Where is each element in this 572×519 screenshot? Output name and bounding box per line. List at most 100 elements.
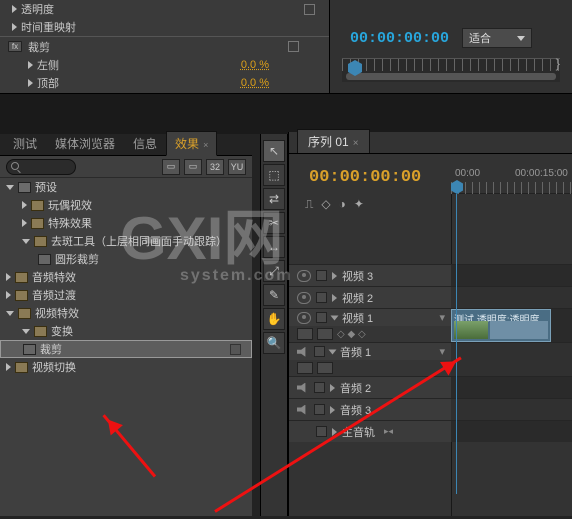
zoom-tool[interactable]: 🔍: [263, 332, 285, 354]
param-top-value[interactable]: 0.0 %: [241, 77, 269, 89]
timeremap-label: 时间重映射: [21, 19, 76, 35]
video-clip[interactable]: 测试 透明度:透明度: [451, 309, 551, 342]
tree-item-video-fx[interactable]: 视频特效: [0, 304, 252, 322]
track-menu-icon[interactable]: ▾: [439, 345, 445, 358]
program-ruler[interactable]: [342, 58, 560, 82]
fx-yuv-button[interactable]: YU: [228, 159, 246, 175]
lock-icon[interactable]: [316, 426, 327, 437]
tree-item-transform[interactable]: 变换: [0, 322, 252, 340]
track-select-tool[interactable]: ⬚: [263, 164, 285, 186]
keyframe-toggle[interactable]: [304, 4, 315, 15]
collapse-icon[interactable]: [331, 315, 339, 320]
tree-label: 去斑工具（上层相同画面手动跟踪）: [51, 233, 227, 249]
tool-icon: ↔: [268, 240, 280, 254]
track-v1[interactable]: 视频 1▾ ◇ ◆ ◇ 测试 透明度:透明度: [289, 308, 572, 342]
zoom-fit-dropdown[interactable]: 适合: [462, 28, 532, 48]
track-menu-icon[interactable]: ▾: [439, 311, 445, 324]
effects-search-input[interactable]: [6, 159, 76, 175]
tree-item-video-trans[interactable]: 视频切换: [0, 358, 252, 376]
expand-icon[interactable]: [330, 384, 335, 392]
expand-icon[interactable]: [332, 272, 337, 280]
razor-tool[interactable]: ✂: [263, 212, 285, 234]
tree-item-presets[interactable]: 预设: [0, 178, 252, 196]
folder-icon: [34, 326, 47, 337]
tree-item[interactable]: 玩偶视效: [0, 196, 252, 214]
close-icon[interactable]: ×: [203, 140, 208, 150]
rate-stretch-tool[interactable]: ⤢: [263, 260, 285, 282]
ruler-scrollbar[interactable]: [346, 73, 556, 80]
tab-project[interactable]: 测试: [4, 131, 46, 155]
track-btn[interactable]: [317, 362, 333, 374]
track-btn[interactable]: [317, 328, 333, 340]
ripple-edit-tool[interactable]: ⇄: [263, 188, 285, 210]
selection-tool[interactable]: ↖: [263, 140, 285, 162]
wrench-icon[interactable]: ✦: [354, 197, 364, 211]
tab-info[interactable]: 信息: [124, 131, 166, 155]
tab-label: 媒体浏览器: [55, 137, 115, 151]
track-v3[interactable]: 视频 3: [289, 264, 572, 286]
snap-icon[interactable]: ⎍: [305, 197, 313, 212]
eye-icon[interactable]: [297, 270, 311, 282]
collapse-icon[interactable]: [329, 349, 337, 354]
tree-item[interactable]: 特殊效果: [0, 214, 252, 232]
sequence-ruler[interactable]: 00:00 00:00:15:00: [451, 168, 572, 194]
keyframe-toggle[interactable]: [288, 41, 299, 52]
ruler-label: 00:00:15:00: [515, 168, 568, 179]
slip-tool[interactable]: ↔: [263, 236, 285, 258]
hand-tool[interactable]: ✋: [263, 308, 285, 330]
out-bracket-icon[interactable]: }: [556, 56, 560, 71]
sync-icon[interactable]: ◑: [339, 197, 346, 211]
lock-icon[interactable]: [316, 312, 327, 323]
tree-item-audio-fx[interactable]: 音频特效: [0, 268, 252, 286]
lock-icon[interactable]: [316, 270, 327, 281]
eye-icon[interactable]: [297, 312, 311, 324]
fx-filter-button[interactable]: ▭: [184, 159, 202, 175]
speaker-icon[interactable]: [297, 383, 309, 393]
lock-icon[interactable]: [316, 292, 327, 303]
track-btn[interactable]: [297, 328, 313, 340]
sequence-tab[interactable]: 序列 01×: [297, 129, 370, 153]
expand-icon[interactable]: [330, 406, 335, 414]
param-left[interactable]: 左侧 0.0 %: [0, 56, 329, 74]
speaker-icon[interactable]: [297, 405, 309, 415]
tree-item[interactable]: 圆形裁剪: [0, 250, 252, 268]
marker-icon[interactable]: ◇: [321, 197, 330, 211]
track-a1[interactable]: 音频 1▾: [289, 342, 572, 376]
param-top[interactable]: 顶部 0.0 %: [0, 74, 329, 92]
tree-label: 预设: [35, 179, 57, 195]
track-btn[interactable]: [297, 362, 313, 374]
tree-item-audio-trans[interactable]: 音频过渡: [0, 286, 252, 304]
pen-tool[interactable]: ✎: [263, 284, 285, 306]
tool-icon: ⬚: [268, 168, 279, 182]
program-timecode[interactable]: 00:00:00:00: [350, 30, 449, 47]
fx-filter-button[interactable]: ▭: [162, 159, 180, 175]
folder-icon: [31, 218, 44, 229]
lock-icon[interactable]: [314, 382, 325, 393]
folder-icon: [34, 236, 47, 247]
expand-icon: [22, 201, 27, 209]
tree-item-crop[interactable]: 裁剪: [0, 340, 252, 358]
expand-icon[interactable]: [332, 294, 337, 302]
ec-row-timeremap[interactable]: 时间重映射: [0, 18, 329, 36]
tab-label: 效果: [175, 137, 199, 151]
tab-media-browser[interactable]: 媒体浏览器: [46, 131, 124, 155]
sequence-timecode[interactable]: 00:00:00:00: [309, 168, 421, 187]
param-left-value[interactable]: 0.0 %: [241, 59, 269, 71]
track-a3[interactable]: 音频 3: [289, 398, 572, 420]
tree-item[interactable]: 去斑工具（上层相同画面手动跟踪）: [0, 232, 252, 250]
track-a2[interactable]: 音频 2: [289, 376, 572, 398]
sequence-panel: 序列 01× 00:00:00:00 00:00 00:00:15:00 ⎍ ◇…: [288, 132, 572, 516]
speaker-icon[interactable]: [297, 347, 309, 357]
lock-icon[interactable]: [314, 404, 325, 415]
fx-crop-header[interactable]: fx 裁剪: [0, 36, 329, 56]
eye-icon[interactable]: [297, 292, 311, 304]
fx-toggle-icon[interactable]: fx: [8, 41, 22, 52]
folder-icon: [18, 308, 31, 319]
track-v2[interactable]: 视频 2: [289, 286, 572, 308]
tab-effects[interactable]: 效果 ×: [166, 131, 217, 156]
lock-icon[interactable]: [314, 346, 325, 357]
expand-icon: [28, 79, 33, 87]
fx-32bit-button[interactable]: 32: [206, 159, 224, 175]
ec-row-opacity[interactable]: 透明度: [0, 0, 329, 18]
close-icon[interactable]: ×: [353, 138, 359, 149]
